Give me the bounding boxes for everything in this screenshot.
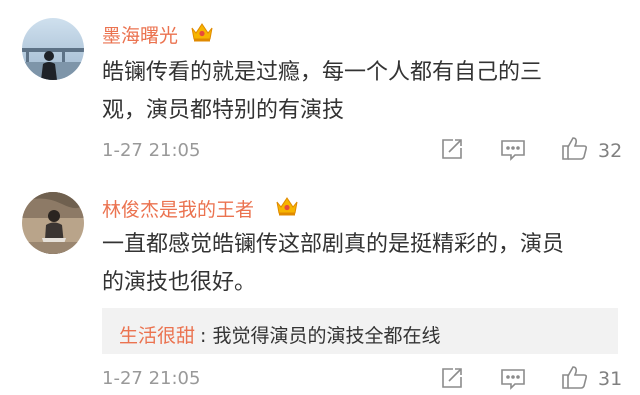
reply-preview[interactable]: 生活很甜 : 我觉得演员的演技全都在线 (102, 308, 618, 354)
like-icon[interactable] (561, 135, 589, 165)
comment-icon[interactable] (500, 367, 526, 395)
like-icon[interactable] (561, 364, 589, 394)
avatar[interactable] (22, 192, 84, 254)
username[interactable]: 墨海曙光 (102, 21, 178, 48)
comment-text-line: 的演技也很好。 (102, 270, 257, 295)
vip-crown-icon (275, 195, 299, 217)
share-icon[interactable] (440, 137, 464, 165)
timestamp: 1-27 21:05 (102, 140, 201, 161)
comment-text-line: 一直都感觉皓镧传这部剧真的是挺精彩的，演员 (102, 232, 565, 257)
timestamp: 1-27 21:05 (102, 368, 201, 389)
vip-crown-icon (190, 21, 214, 43)
comment-text-line: 观，演员都特别的有演技 (102, 98, 345, 123)
reply-username[interactable]: 生活很甜 (119, 321, 195, 348)
share-icon[interactable] (440, 366, 464, 394)
avatar[interactable] (22, 18, 84, 80)
like-count: 31 (598, 368, 623, 390)
username[interactable]: 林俊杰是我的王者 (102, 195, 254, 222)
comment-text-line: 皓镧传看的就是过瘾，每一个人都有自己的三 (102, 60, 543, 85)
like-count: 32 (598, 140, 623, 162)
comment-text: 皓镧传看的就是过瘾，每一个人都有自己的三 观，演员都特别的有演技 (102, 54, 612, 130)
reply-text: : 我觉得演员的演技全都在线 (200, 325, 441, 347)
comment-text: 一直都感觉皓镧传这部剧真的是挺精彩的，演员 的演技也很好。 (102, 226, 612, 302)
comment-icon[interactable] (500, 138, 526, 166)
